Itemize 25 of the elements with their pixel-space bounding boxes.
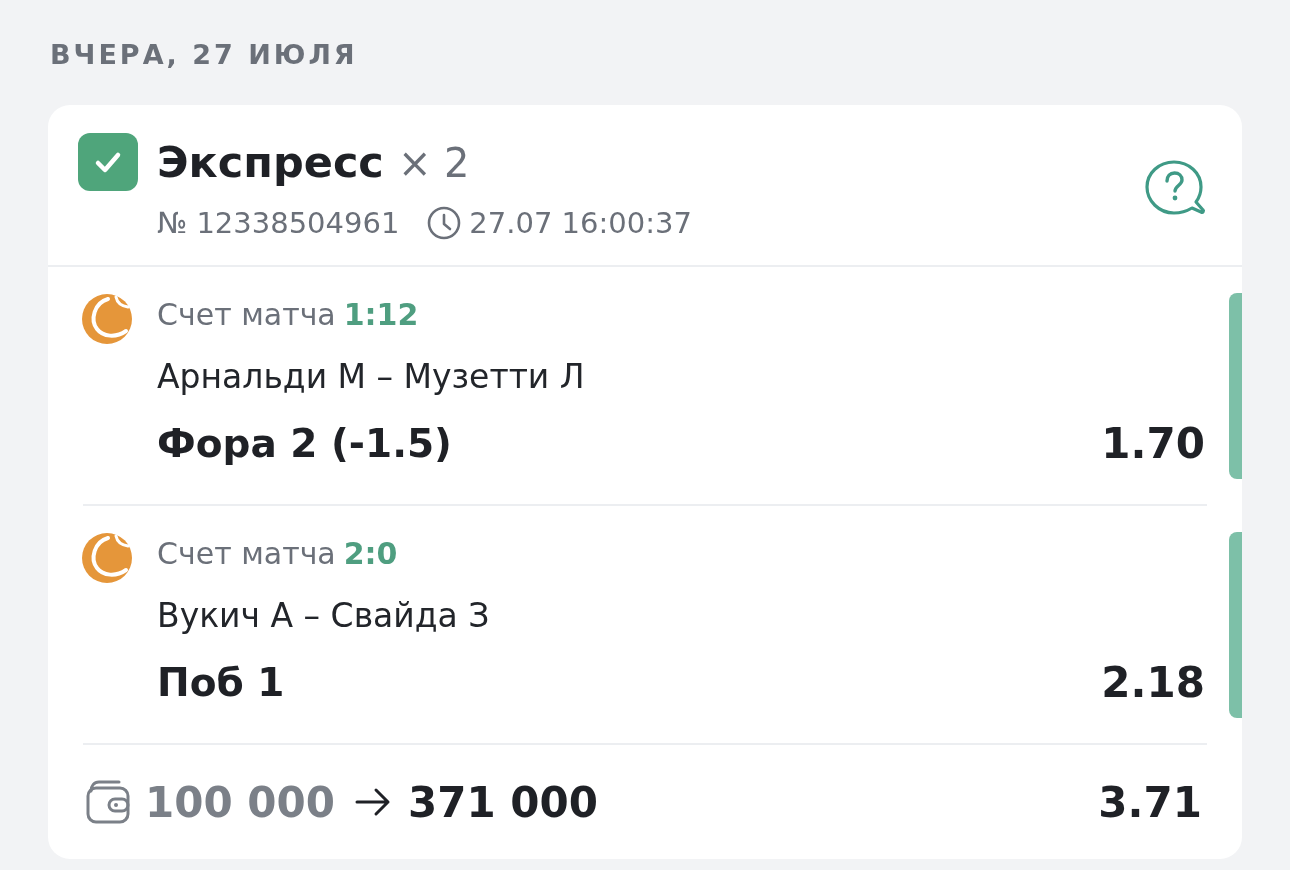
bet-outcome: Фора 2 (-1.5) <box>157 420 452 468</box>
odds-value: 1.70 <box>1101 418 1205 470</box>
odds-value: 2.18 <box>1101 657 1205 709</box>
bet-title: Экспресс <box>157 135 384 189</box>
help-button[interactable] <box>1145 160 1207 216</box>
payout-amount: 371 000 <box>407 777 598 827</box>
bet-time: 27.07 16:00:37 <box>469 205 692 242</box>
date-heading: ВЧЕРА, 27 ИЮЛЯ <box>50 38 358 72</box>
match-teams: Арнальди М – Музетти Л <box>157 356 585 398</box>
stake-amount: 100 000 <box>145 777 335 827</box>
market-label: Счет матча <box>157 296 336 334</box>
total-odds: 3.71 <box>1098 777 1202 827</box>
help-icon <box>1145 160 1207 216</box>
bet-outcome: Поб 1 <box>157 659 285 707</box>
clock-icon <box>427 206 462 240</box>
bet-multiplier: × 2 <box>397 138 470 188</box>
bet-number: № 12338504961 <box>157 205 400 242</box>
wallet-icon <box>85 779 131 825</box>
tennis-ball-icon <box>82 533 132 583</box>
match-teams: Вукич А – Свайда З <box>157 595 490 637</box>
match-score: 1:12 <box>343 296 419 334</box>
arrow-right-icon <box>354 787 391 817</box>
tennis-ball-icon <box>82 294 132 344</box>
match-score: 2:0 <box>343 535 398 573</box>
market-label: Счет матча <box>157 535 336 573</box>
